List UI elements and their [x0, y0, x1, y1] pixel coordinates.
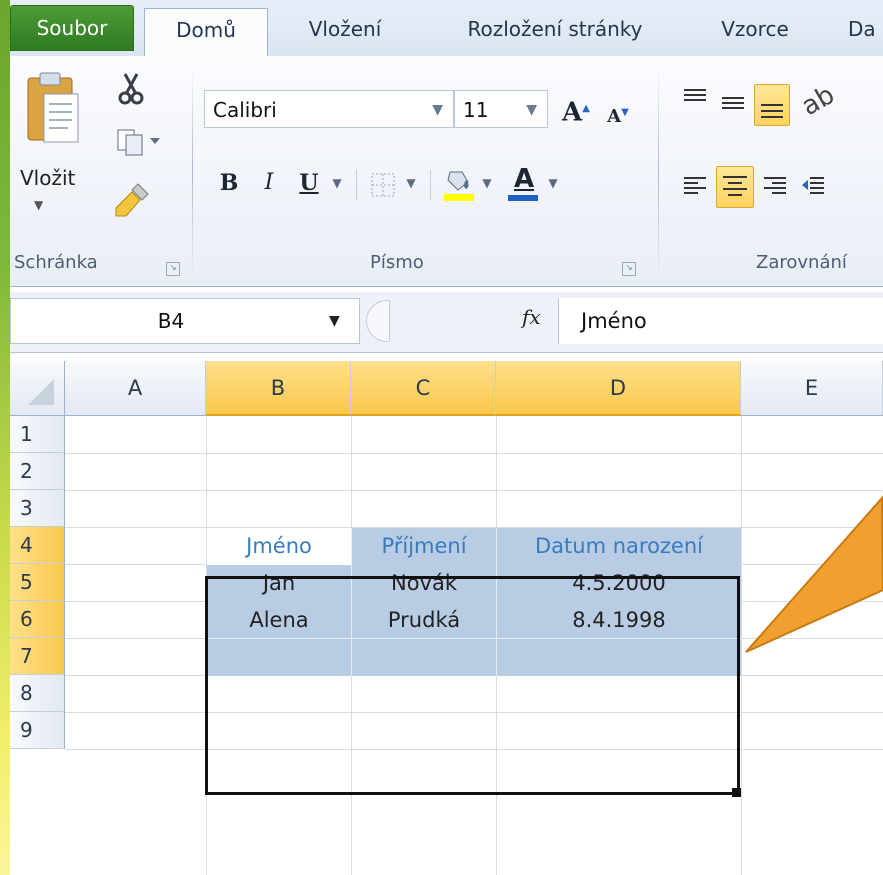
gridline	[65, 490, 883, 491]
font-size-value: 11	[463, 98, 489, 122]
gridline	[65, 453, 883, 454]
cut-icon[interactable]	[118, 72, 144, 110]
fill-color-icon[interactable]	[442, 166, 476, 206]
formula-input[interactable]: Jméno	[558, 298, 883, 344]
tab-home[interactable]: Domů	[144, 8, 268, 58]
font-color-glyph: A	[513, 164, 535, 194]
tab-data[interactable]: Da	[848, 8, 883, 56]
separator	[356, 170, 357, 200]
separator	[430, 170, 431, 200]
align-center-icon	[723, 176, 747, 196]
row-header-2[interactable]: 2	[10, 453, 65, 490]
underline-button[interactable]: U	[294, 164, 324, 202]
align-center-button[interactable]	[716, 166, 754, 208]
underline-dropdown-icon[interactable]: ▼	[326, 164, 344, 202]
tab-insert[interactable]: Vložení	[290, 8, 400, 56]
cell-b4[interactable]: Jméno	[207, 528, 351, 565]
row-header-8[interactable]: 8	[10, 675, 65, 712]
row-header-7[interactable]: 7	[10, 638, 65, 675]
fill-color-dropdown-icon[interactable]: ▼	[476, 164, 494, 202]
grow-font-glyph: A	[562, 97, 583, 128]
formula-bar-resize-handle[interactable]	[366, 300, 390, 342]
insert-function-icon[interactable]: fx	[522, 305, 541, 329]
cell-d4[interactable]: Datum narození	[497, 528, 741, 565]
orientation-icon[interactable]: ab	[797, 80, 840, 122]
format-painter-icon[interactable]	[114, 180, 154, 224]
select-all-button[interactable]	[10, 361, 65, 416]
align-left-icon[interactable]	[682, 174, 708, 204]
gridline	[741, 416, 742, 875]
bold-button[interactable]: B	[214, 164, 244, 202]
row-header-1[interactable]: 1	[10, 416, 65, 453]
font-color-button[interactable]: A	[504, 164, 544, 202]
font-group-label: Písmo	[370, 252, 424, 273]
row-header-4[interactable]: 4	[10, 527, 65, 564]
ribbon: Vložit ▼ Schránka ↘ Calibri ▼ 11 ▼ A▲ A▼…	[10, 56, 883, 287]
font-color-swatch	[508, 195, 538, 201]
paste-button-label[interactable]: Vložit	[20, 166, 75, 190]
chevron-down-icon[interactable]: ▼	[432, 91, 443, 129]
column-header-b[interactable]: B	[206, 361, 351, 416]
cell-c4[interactable]: Příjmení	[352, 528, 496, 565]
column-header-d[interactable]: D	[496, 361, 741, 416]
tab-file[interactable]: Soubor	[10, 5, 134, 51]
align-top-icon[interactable]	[682, 86, 708, 114]
fill-handle[interactable]	[732, 788, 741, 797]
clipboard-launcher-icon[interactable]: ↘	[166, 262, 180, 276]
select-all-icon	[28, 379, 54, 405]
excel-window: Soubor Domů Vložení Rozložení stránky Vz…	[10, 0, 883, 875]
paste-icon[interactable]	[24, 70, 82, 154]
name-box-value: B4	[157, 309, 185, 333]
align-bottom-icon	[761, 104, 783, 118]
column-header-a[interactable]: A	[65, 361, 206, 416]
align-bottom-button[interactable]	[754, 84, 790, 126]
row-header-3[interactable]: 3	[10, 490, 65, 527]
selection-border	[205, 576, 740, 795]
font-name-value: Calibri	[213, 98, 277, 122]
grow-font-button[interactable]: A▲	[558, 90, 594, 128]
row-header-9[interactable]: 9	[10, 712, 65, 749]
paste-dropdown-icon[interactable]: ▼	[34, 198, 43, 212]
font-color-dropdown-icon[interactable]: ▼	[542, 164, 560, 202]
group-separator	[192, 66, 193, 281]
font-launcher-icon[interactable]: ↘	[622, 262, 636, 276]
borders-dropdown-icon[interactable]: ▼	[400, 164, 418, 202]
shrink-font-glyph: A	[607, 106, 622, 127]
chevron-down-icon[interactable]: ▼	[526, 91, 537, 129]
group-separator	[658, 66, 659, 281]
row-header-5[interactable]: 5	[10, 564, 65, 601]
italic-button[interactable]: I	[254, 164, 284, 202]
borders-icon[interactable]	[370, 172, 400, 202]
formula-bar: B4 ▼ fx Jméno	[10, 292, 883, 353]
tab-formulas[interactable]: Vzorce	[705, 8, 805, 56]
font-size-combo[interactable]: 11 ▼	[454, 90, 548, 128]
name-box[interactable]: B4 ▼	[10, 298, 360, 344]
align-right-icon[interactable]	[762, 174, 788, 204]
spreadsheet-grid: A B C D E 1 2 3 4 5 6 7 8 9 Jméno Příjme…	[10, 361, 883, 875]
column-header-c[interactable]: C	[351, 361, 496, 416]
clipboard-group-label: Schránka	[14, 252, 98, 273]
ribbon-tab-bar: Soubor Domů Vložení Rozložení stránky Vz…	[10, 0, 883, 58]
column-header-e[interactable]: E	[741, 361, 883, 416]
alignment-group-label: Zarovnání	[756, 252, 847, 273]
copy-icon[interactable]	[116, 128, 160, 160]
chevron-down-icon[interactable]: ▼	[329, 313, 340, 329]
tab-page-layout[interactable]: Rozložení stránky	[440, 8, 670, 56]
font-name-combo[interactable]: Calibri ▼	[204, 90, 454, 128]
align-middle-icon[interactable]	[720, 90, 746, 118]
decrease-indent-icon[interactable]	[800, 174, 826, 204]
row-header-6[interactable]: 6	[10, 601, 65, 638]
shrink-font-button[interactable]: A▼	[602, 94, 634, 132]
